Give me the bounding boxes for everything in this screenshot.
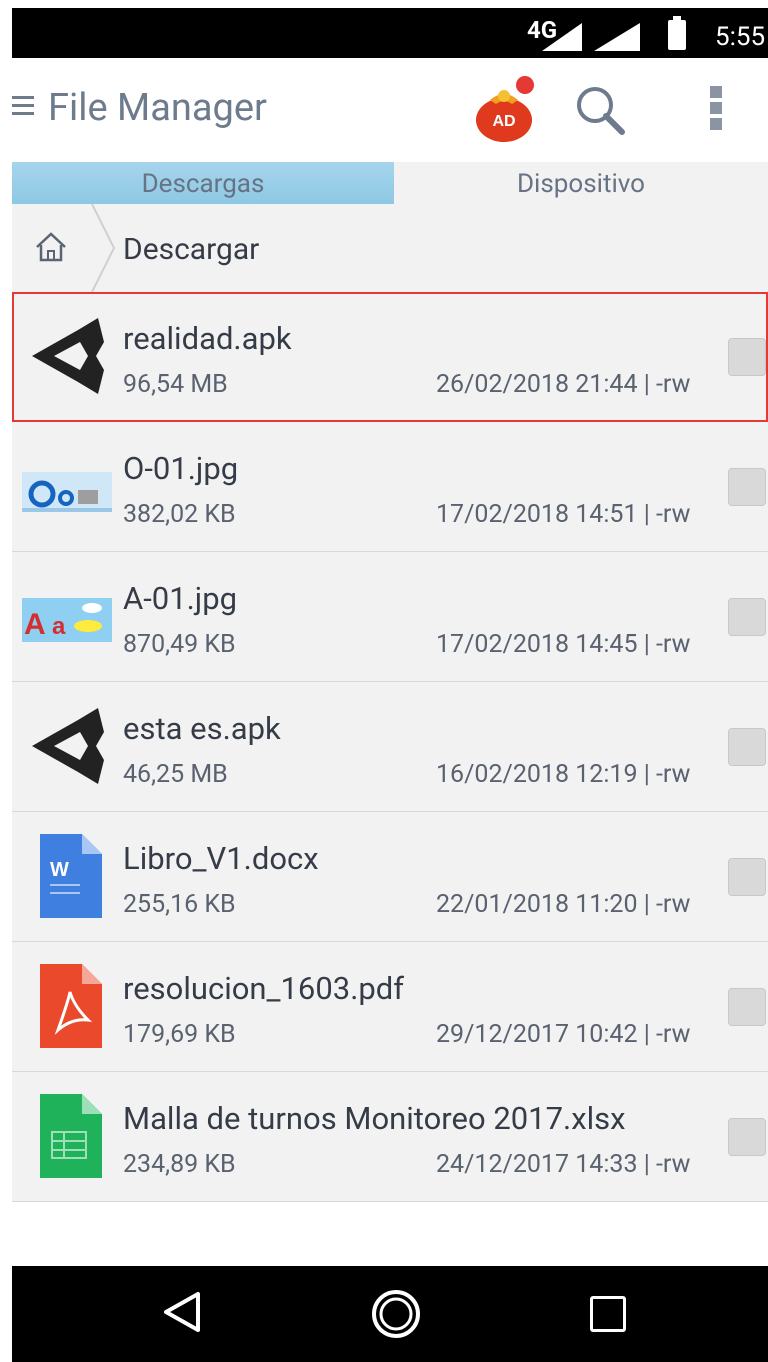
file-date: 24/12/2017 14:33 | -rw [436,1150,691,1179]
status-bar: 4G 5:55 [12,8,768,58]
navigation-bar [12,1266,768,1362]
signal-icon [594,23,640,51]
breadcrumb-separator [91,204,116,292]
file-size: 234,89 KB [123,1150,236,1179]
menu-icon[interactable] [12,96,34,115]
svg-text:a: a [52,613,66,640]
checkbox[interactable] [728,728,766,766]
search-icon[interactable] [574,84,626,136]
file-name: resolucion_1603.pdf [123,970,405,1007]
unity-icon [32,708,104,784]
checkbox[interactable] [728,1118,766,1156]
overflow-menu-icon[interactable] [710,86,724,134]
tab-bar: Descargas Dispositivo [12,162,768,205]
svg-text:W: W [50,859,69,881]
tab-descargas[interactable]: Descargas [12,162,394,204]
home-nav-icon[interactable] [370,1288,422,1340]
signal-icon [542,23,582,51]
file-name: O-01.jpg [123,450,239,487]
file-row[interactable]: esta es.apk 46,25 MB 16/02/2018 12:19 | … [12,682,768,812]
checkbox[interactable] [728,858,766,896]
checkbox[interactable] [728,598,766,636]
file-row[interactable]: realidad.apk 96,54 MB 26/02/2018 21:44 |… [12,292,768,422]
file-row[interactable]: O-01.jpg 382,02 KB 17/02/2018 14:51 | -r… [12,422,768,552]
file-name: realidad.apk [123,320,292,357]
file-row[interactable]: A a A-01.jpg 870,49 KB 17/02/2018 14:45 … [12,552,768,682]
notification-dot [516,76,534,94]
file-date: 17/02/2018 14:51 | -rw [436,500,691,529]
clock: 5:55 [715,22,766,52]
back-icon[interactable] [162,1290,202,1334]
pdf-icon [40,964,102,1048]
file-name: Malla de turnos Monitoreo 2017.xlsx [123,1100,626,1137]
file-name: A-01.jpg [123,580,238,617]
image-thumbnail-icon: A a [22,598,112,642]
file-date: 29/12/2017 10:42 | -rw [436,1020,691,1049]
svg-text:A: A [24,608,46,641]
file-size: 96,54 MB [123,370,228,399]
file-size: 46,25 MB [123,760,228,789]
unity-icon [32,318,104,394]
image-thumbnail-icon [22,472,112,512]
recent-apps-icon[interactable] [590,1296,626,1332]
tab-dispositivo[interactable]: Dispositivo [394,162,768,205]
file-name: esta es.apk [123,710,281,747]
file-size: 179,69 KB [123,1020,236,1049]
file-name: Libro_V1.docx [123,840,319,877]
file-date: 16/02/2018 12:19 | -rw [436,760,691,789]
file-size: 870,49 KB [123,630,236,659]
docx-icon: W [40,834,102,918]
breadcrumb: Descargar [12,204,768,292]
file-row[interactable]: W Libro_V1.docx 255,16 KB 22/01/2018 11:… [12,812,768,942]
home-icon[interactable] [34,230,68,264]
file-row[interactable]: Malla de turnos Monitoreo 2017.xlsx 234,… [12,1072,768,1202]
ad-label: AD [492,113,515,130]
checkbox[interactable] [728,338,766,376]
app-title: File Manager [48,86,267,130]
checkbox[interactable] [728,988,766,1026]
checkbox[interactable] [728,468,766,506]
battery-icon [668,16,686,50]
breadcrumb-current[interactable]: Descargar [123,232,259,267]
file-row[interactable]: resolucion_1603.pdf 179,69 KB 29/12/2017… [12,942,768,1072]
file-date: 22/01/2018 11:20 | -rw [436,890,691,919]
file-size: 382,02 KB [123,500,236,529]
file-date: 26/02/2018 21:44 | -rw [436,370,691,399]
file-size: 255,16 KB [123,890,236,919]
xlsx-icon [40,1094,102,1178]
file-date: 17/02/2018 14:45 | -rw [436,630,691,659]
